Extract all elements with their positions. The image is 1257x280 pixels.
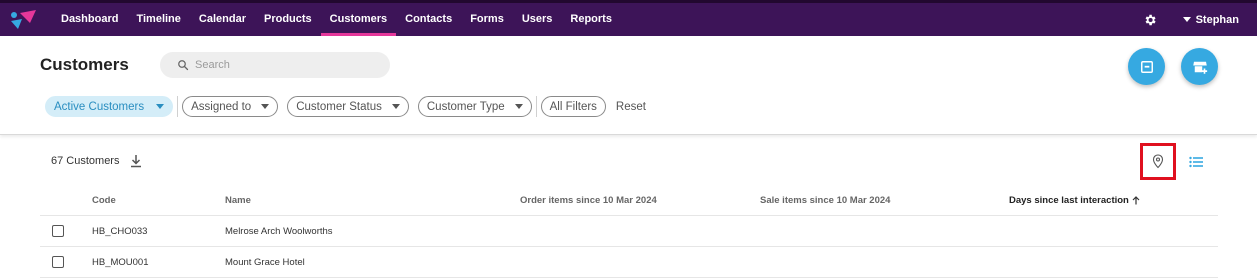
reset-button[interactable]: Reset <box>616 101 646 113</box>
filter-label: Active Customers <box>54 100 145 113</box>
download-icon[interactable] <box>130 154 142 173</box>
column-name[interactable]: Name <box>225 186 251 215</box>
customer-code: HB_CHO033 <box>92 225 148 237</box>
store-add-icon <box>1192 61 1207 74</box>
column-days-since-interaction[interactable]: Days since last interaction <box>1009 186 1140 215</box>
assigned-to-filter[interactable]: Assigned to <box>182 96 279 117</box>
list-view-button[interactable] <box>1189 155 1203 173</box>
nav-products[interactable]: Products <box>255 3 321 36</box>
filter-label: Customer Status <box>296 100 382 113</box>
table-row[interactable]: HB_CHO033 Melrose Arch Woolworths <box>40 216 1218 247</box>
list-icon <box>1189 156 1203 168</box>
customer-type-filter[interactable]: Customer Type <box>417 96 532 117</box>
customer-code: HB_MOU001 <box>92 256 149 268</box>
user-menu[interactable]: Stephan <box>1182 13 1239 26</box>
page-header: Customers Active Customers Assigned to C… <box>0 36 1257 135</box>
all-filters-button[interactable]: All Filters <box>540 96 606 117</box>
nav-timeline[interactable]: Timeline <box>127 3 189 36</box>
add-customer-fab-button[interactable] <box>1181 48 1218 85</box>
divider <box>177 96 179 117</box>
table-header: Code Name Order items since 10 Mar 2024 … <box>40 186 1218 216</box>
filter-label: Assigned to <box>191 100 252 113</box>
nav-calendar[interactable]: Calendar <box>190 3 255 36</box>
nav-customers[interactable]: Customers <box>320 3 397 36</box>
filter-label: Customer Type <box>426 100 505 113</box>
filter-bar: Active Customers Assigned to Customer St… <box>45 96 646 117</box>
caret-down-icon <box>1182 17 1191 22</box>
caret-down-icon <box>261 104 270 109</box>
nav-reports[interactable]: Reports <box>561 3 621 36</box>
column-code[interactable]: Code <box>92 186 116 215</box>
customer-name[interactable]: Mount Grace Hotel <box>225 247 305 277</box>
filter-label: All Filters <box>549 100 597 113</box>
caret-down-icon <box>514 104 523 109</box>
page-title: Customers <box>40 55 129 74</box>
app-logo[interactable] <box>8 9 38 31</box>
divider <box>535 96 537 117</box>
caret-down-icon <box>391 104 400 109</box>
sort-ascending-icon <box>1132 196 1140 205</box>
row-checkbox[interactable] <box>52 256 64 268</box>
search-icon <box>178 60 189 71</box>
nav-dashboard[interactable]: Dashboard <box>52 3 127 36</box>
table-row[interactable]: HB_MOU001 Mount Grace Hotel <box>40 247 1218 278</box>
column-label: Days since last interaction <box>1009 195 1129 206</box>
location-pin-icon <box>1152 154 1164 169</box>
customer-status-filter[interactable]: Customer Status <box>287 96 409 117</box>
map-view-button[interactable] <box>1140 143 1176 180</box>
column-order-items[interactable]: Order items since 10 Mar 2024 <box>520 186 657 215</box>
user-name: Stephan <box>1195 13 1239 26</box>
export-fab-button[interactable] <box>1128 48 1165 85</box>
search-box[interactable] <box>160 52 390 78</box>
archive-icon <box>1140 60 1153 73</box>
row-checkbox[interactable] <box>52 225 64 237</box>
search-input[interactable] <box>195 59 375 71</box>
customers-table: Code Name Order items since 10 Mar 2024 … <box>40 186 1218 278</box>
customer-name[interactable]: Melrose Arch Woolworths <box>225 216 333 246</box>
gear-icon[interactable] <box>1143 13 1157 27</box>
nav-forms[interactable]: Forms <box>461 3 513 36</box>
customer-count: 67 Customers <box>51 155 120 167</box>
top-navbar: Dashboard Timeline Calendar Products Cus… <box>0 0 1257 36</box>
caret-down-icon <box>156 104 165 109</box>
active-customers-filter[interactable]: Active Customers <box>45 96 174 117</box>
nav-contacts[interactable]: Contacts <box>396 3 461 36</box>
nav-users[interactable]: Users <box>513 3 562 36</box>
column-sale-items[interactable]: Sale items since 10 Mar 2024 <box>760 186 890 215</box>
